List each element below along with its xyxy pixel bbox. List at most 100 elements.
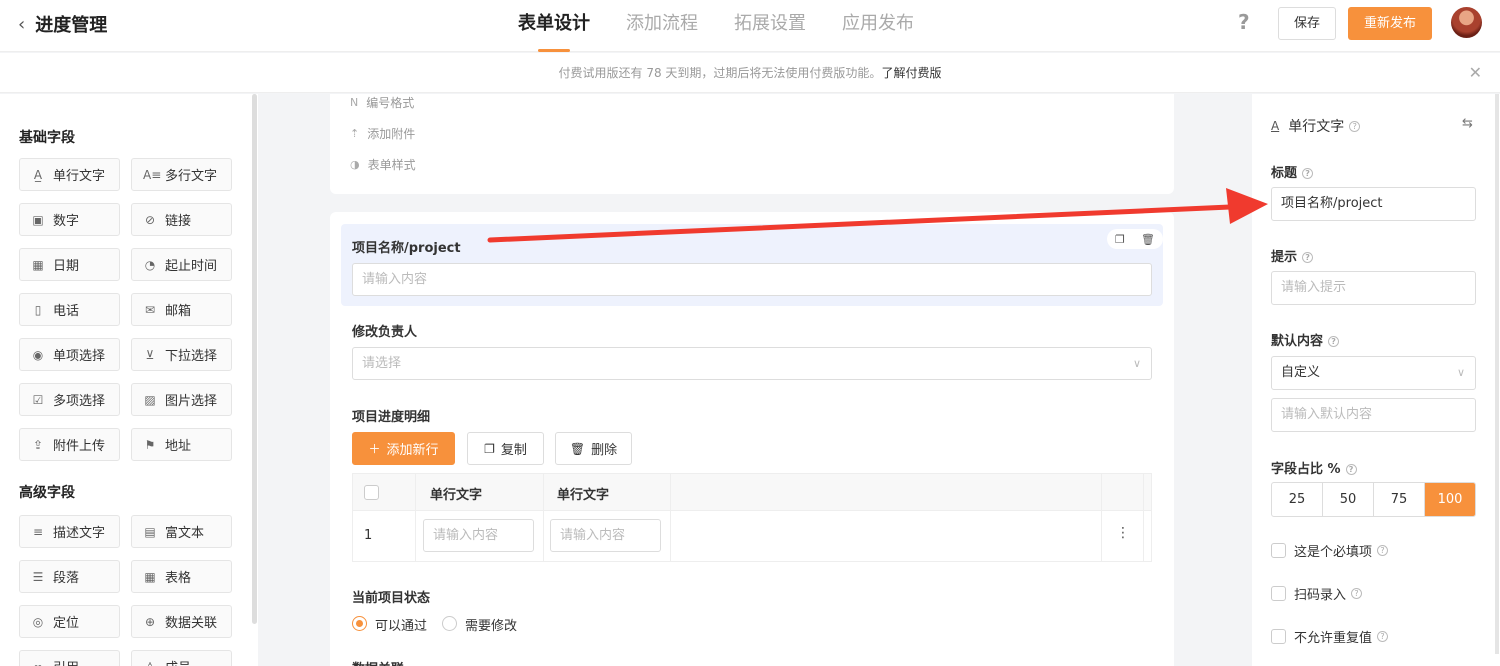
selected-field-project-name[interactable]: 项目名称/project 请输入内容 ❐ 🗑︎ [341, 224, 1163, 306]
palette-field-label: 多项选择 [53, 394, 106, 409]
palette-field-adv-0[interactable]: ≡ 描述文字 [19, 515, 120, 548]
copy-icon[interactable]: ❐ [1115, 233, 1125, 246]
more-icon[interactable]: ⋮ [1116, 525, 1130, 541]
field-type-icon: ☑ [32, 392, 44, 407]
palette-field-adv-5[interactable]: ⊕ 数据关联 [131, 605, 232, 638]
project-name-input[interactable]: 请输入内容 [352, 263, 1152, 296]
palette-field-label: 数据关联 [165, 616, 218, 631]
trash-icon: 🗑︎ [569, 441, 586, 456]
palette-field-basic-13[interactable]: ⚑ 地址 [131, 428, 232, 461]
palette-scrollbar[interactable] [252, 94, 257, 624]
width-option-50[interactable]: 50 [1323, 483, 1374, 516]
palette-field-basic-1[interactable]: A≡ 多行文字 [131, 158, 232, 191]
properties-scrollbar[interactable] [1495, 94, 1499, 654]
palette-field-basic-12[interactable]: ⇪ 附件上传 [19, 428, 120, 461]
back-button[interactable]: ‹ 进度管理 [18, 11, 107, 37]
required-check[interactable]: 这是个必填项? [1271, 541, 1389, 560]
tab-app-publish[interactable]: 应用发布 [842, 0, 914, 52]
field-type-icon: A≡ [143, 167, 162, 182]
title-input[interactable]: 项目名称/project [1271, 187, 1476, 221]
form-style-option[interactable]: ◑ 表单样式 [350, 156, 416, 173]
save-button[interactable]: 保存 [1278, 7, 1336, 40]
advanced-fields-title: 高级字段 [19, 485, 75, 501]
close-icon[interactable]: ✕ [1469, 53, 1482, 93]
palette-field-basic-5[interactable]: ◔ 起止时间 [131, 248, 232, 281]
hint-prop-label: 提示? [1271, 246, 1314, 265]
chevron-down-icon: ∨ [1456, 366, 1465, 379]
republish-button[interactable]: 重新发布 [1348, 7, 1432, 40]
palette-field-basic-8[interactable]: ◉ 单项选择 [19, 338, 120, 371]
properties-panel: A 单行文字? ⇆ 标题? 项目名称/project 提示? 请输入提示 默认内… [1252, 94, 1500, 666]
status-radio-pass[interactable] [352, 616, 367, 631]
width-option-75[interactable]: 75 [1374, 483, 1425, 516]
trial-notice: 付费试用版还有 78 天到期，过期后将无法使用付费版功能。了解付费版 ✕ [0, 53, 1500, 93]
learn-paid-link[interactable]: 了解付费版 [881, 66, 941, 80]
help-circle-icon[interactable]: ? [1302, 252, 1314, 263]
palette-field-adv-6[interactable]: ∞ 引用 [19, 650, 120, 666]
tab-form-design[interactable]: 表单设计 [518, 0, 590, 52]
palette-field-label: 下拉选择 [165, 349, 218, 364]
default-content-input[interactable]: 请输入默认内容 [1271, 398, 1476, 432]
width-option-25[interactable]: 25 [1272, 483, 1323, 516]
checkbox[interactable] [1271, 543, 1286, 558]
switch-icon[interactable]: ⇆ [1462, 116, 1473, 131]
detail-label: 项目进度明细 [352, 410, 431, 425]
default-select-value: 自定义 [1281, 365, 1321, 380]
select-all-checkbox[interactable] [364, 485, 379, 500]
palette-field-adv-7[interactable]: ♙ 成员 [131, 650, 232, 666]
palette-field-adv-1[interactable]: ▤ 富文本 [131, 515, 232, 548]
palette-field-basic-11[interactable]: ▨ 图片选择 [131, 383, 232, 416]
tab-add-flow[interactable]: 添加流程 [626, 0, 698, 52]
help-circle-icon[interactable]: ? [1345, 464, 1357, 475]
table-cell-input[interactable]: 请输入内容 [550, 519, 661, 552]
detail-table: 单行文字 单行文字 1 请输入内容 请输入内容 ⋮ [352, 473, 1152, 562]
palette-field-basic-4[interactable]: ▦ 日期 [19, 248, 120, 281]
default-type-select[interactable]: 自定义 ∨ [1271, 356, 1476, 390]
no-duplicate-check[interactable]: 不允许重复值? [1271, 627, 1389, 646]
help-icon[interactable]: ? [1238, 10, 1250, 34]
help-circle-icon[interactable]: ? [1377, 545, 1389, 556]
table-cell-input[interactable]: 请输入内容 [423, 519, 534, 552]
help-circle-icon[interactable]: ? [1351, 588, 1363, 599]
copy-label: 复制 [500, 443, 527, 458]
palette-field-basic-2[interactable]: ▣ 数字 [19, 203, 120, 236]
palette-field-basic-9[interactable]: ⊻ 下拉选择 [131, 338, 232, 371]
field-type-header: A 单行文字? [1271, 116, 1361, 136]
palette-field-basic-7[interactable]: ✉ 邮箱 [131, 293, 232, 326]
checkbox[interactable] [1271, 586, 1286, 601]
hint-input[interactable]: 请输入提示 [1271, 271, 1476, 305]
palette-field-basic-6[interactable]: ▯ 电话 [19, 293, 120, 326]
help-circle-icon[interactable]: ? [1302, 168, 1314, 179]
avatar[interactable] [1451, 7, 1482, 38]
width-option-100[interactable]: 100 [1425, 483, 1475, 516]
number-format-option[interactable]: N 编号格式 [350, 94, 414, 111]
help-circle-icon[interactable]: ? [1377, 631, 1389, 642]
help-circle-icon[interactable]: ? [1328, 336, 1340, 347]
help-circle-icon[interactable]: ? [1349, 120, 1361, 132]
status-label: 当前项目状态 [352, 591, 431, 606]
copy-row-button[interactable]: ❐ 复制 [467, 432, 544, 465]
delete-row-button[interactable]: 🗑︎ 删除 [555, 432, 632, 465]
owner-select[interactable]: 请选择 ∨ [352, 347, 1152, 380]
add-attachment-option[interactable]: ⇡ 添加附件 [350, 125, 415, 142]
checkbox[interactable] [1271, 629, 1286, 644]
trash-icon[interactable]: 🗑︎ [1141, 233, 1155, 246]
palette-field-adv-3[interactable]: ▦ 表格 [131, 560, 232, 593]
field-palette: 基础字段 A̲ 单行文字 A≡ 多行文字 ▣ 数字 ⊘ 链接 ▦ 日期 ◔ 起止时间 ▯ 电话 ✉ 邮箱 ◉ 单项… [0, 94, 258, 666]
palette-field-adv-4[interactable]: ◎ 定位 [19, 605, 120, 638]
tab-extend-settings[interactable]: 拓展设置 [734, 0, 806, 52]
palette-field-basic-0[interactable]: A̲ 单行文字 [19, 158, 120, 191]
field-type-icon: ▦ [144, 569, 156, 584]
palette-field-label: 日期 [53, 259, 80, 274]
field-type-icon: ☰ [32, 569, 44, 584]
palette-field-basic-10[interactable]: ☑ 多项选择 [19, 383, 120, 416]
add-row-button[interactable]: ＋ 添加新行 [352, 432, 455, 465]
check-label: 扫码录入 [1294, 588, 1347, 603]
scan-input-check[interactable]: 扫码录入? [1271, 584, 1363, 603]
palette-field-label: 电话 [53, 304, 80, 319]
palette-field-label: 单项选择 [53, 349, 106, 364]
palette-field-basic-3[interactable]: ⊘ 链接 [131, 203, 232, 236]
field-type-icon: ≡ [32, 524, 44, 539]
status-radio-modify[interactable] [442, 616, 457, 631]
palette-field-adv-2[interactable]: ☰ 段落 [19, 560, 120, 593]
